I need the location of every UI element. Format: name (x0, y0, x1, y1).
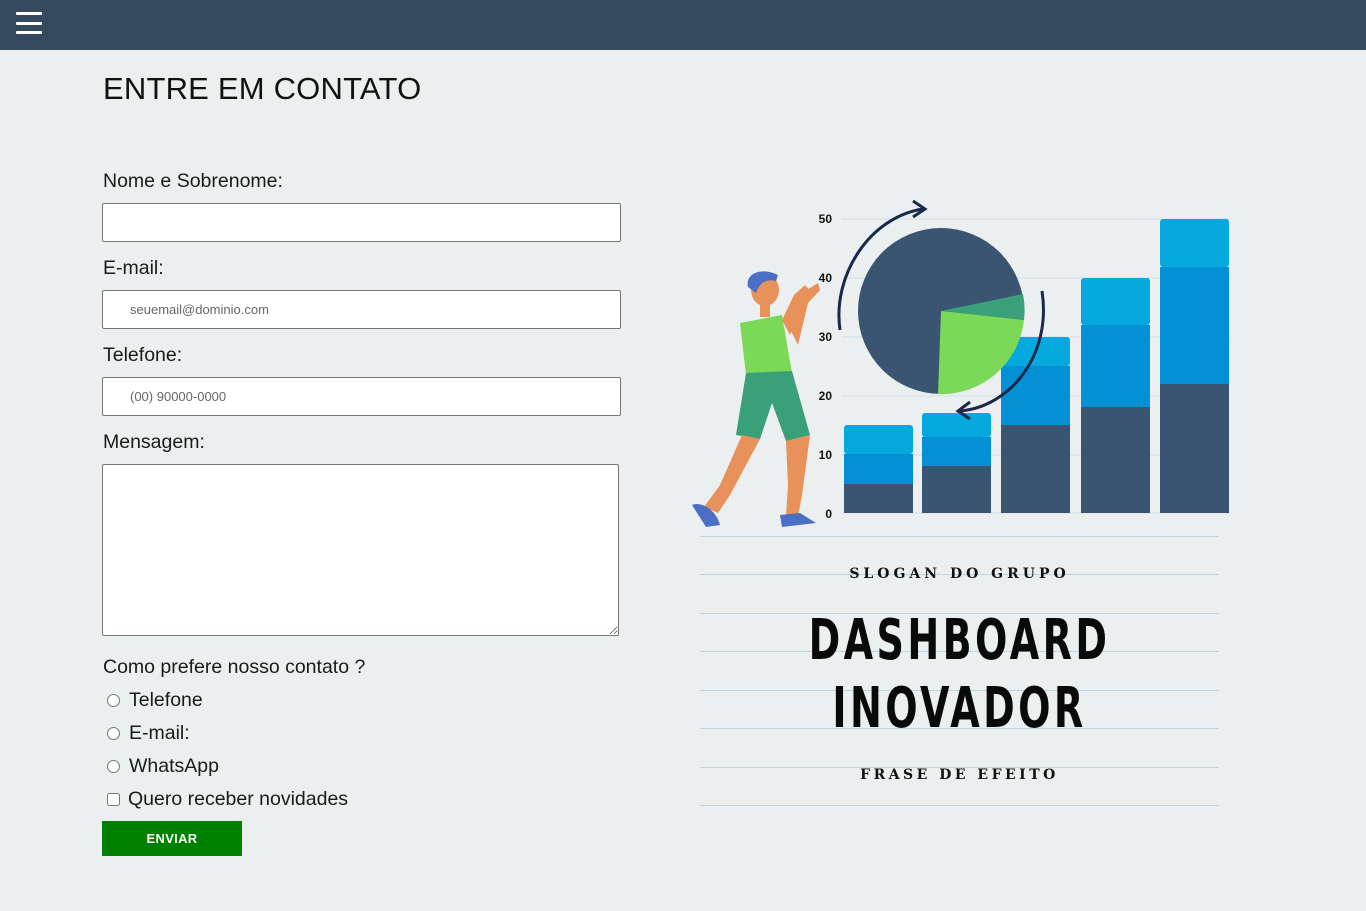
contact-option-whatsapp[interactable]: WhatsApp (107, 755, 219, 778)
y-tick-label: 30 (819, 330, 833, 344)
newsletter-option[interactable]: Quero receber novidades (107, 788, 348, 811)
email-input[interactable] (102, 290, 621, 329)
email-label: E-mail: (103, 257, 164, 279)
contact-option-phone[interactable]: Telefone (107, 689, 203, 712)
poster-tagline: FRASE DE EFEITO (860, 767, 1059, 783)
poster-title-line2: INOVADOR (832, 676, 1087, 741)
hamburger-menu-icon[interactable] (16, 10, 42, 36)
send-button[interactable]: ENVIAR (102, 821, 242, 856)
message-textarea[interactable] (102, 464, 619, 636)
y-tick-label: 40 (819, 271, 833, 285)
phone-input[interactable] (102, 377, 621, 416)
group-slogan: SLOGAN DO GRUPO (849, 566, 1070, 582)
whatsapp-radio[interactable] (107, 760, 120, 773)
email-radio[interactable] (107, 727, 120, 740)
message-label: Mensagem: (103, 431, 205, 453)
contact-option-label: E-mail: (129, 722, 190, 744)
y-tick-label: 10 (819, 448, 833, 462)
y-tick-label: 50 (819, 212, 833, 226)
bar-stack (1081, 278, 1150, 513)
newsletter-label: Quero receber novidades (128, 788, 349, 810)
brand-poster: SLOGAN DO GRUPO DASHBOARD INOVADOR FRASE… (700, 536, 1219, 808)
name-input[interactable] (102, 203, 621, 242)
newsletter-checkbox[interactable] (107, 793, 120, 806)
y-tick-label: 20 (819, 389, 833, 403)
page-title: ENTRE EM CONTATO (103, 71, 422, 106)
contact-option-label: Telefone (129, 689, 203, 711)
contact-option-label: WhatsApp (129, 755, 219, 777)
name-label: Nome e Sobrenome: (103, 170, 283, 192)
bar-stack (1001, 337, 1070, 513)
top-navbar (0, 0, 1366, 50)
bar-stack (922, 413, 991, 513)
person-figure (692, 271, 820, 527)
contact-option-email[interactable]: E-mail: (107, 722, 190, 745)
dashboard-illustration: 50 40 30 20 10 0 (692, 199, 1230, 527)
pie-graphic (858, 228, 1025, 395)
phone-label: Telefone: (103, 344, 183, 366)
poster-title-line1: DASHBOARD (808, 608, 1111, 673)
bar-stack (844, 425, 913, 513)
bar-stack (1160, 219, 1229, 513)
contact-preference-question: Como prefere nosso contato ? (103, 656, 366, 678)
y-tick-label: 0 (825, 507, 832, 521)
phone-radio[interactable] (107, 694, 120, 707)
